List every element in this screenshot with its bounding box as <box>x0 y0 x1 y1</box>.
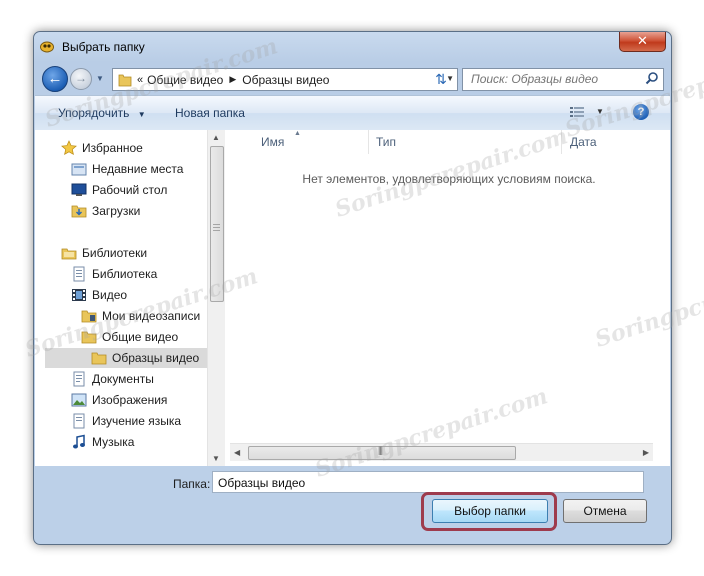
nav-item-label: Музыка <box>92 435 135 449</box>
scroll-left-icon[interactable]: ◀ <box>234 448 240 457</box>
nav-item-desktop[interactable]: Рабочий стол <box>71 180 167 200</box>
empty-results-message: Нет элементов, удовлетворяющих условиям … <box>302 172 596 186</box>
nav-item-label: Библиотека <box>92 267 158 281</box>
nav-item-label: Мои видеозаписи <box>102 309 201 323</box>
chevron-down-icon: ▼ <box>137 110 146 119</box>
nav-item-label: Библиотеки <box>82 246 148 260</box>
nav-item-label: Образцы видео <box>112 351 200 365</box>
search-box[interactable] <box>462 68 664 91</box>
breadcrumb-item[interactable]: Общие видео <box>147 73 223 87</box>
downloads-folder-icon <box>71 205 87 218</box>
folder-name-field[interactable]: Образцы видео <box>212 471 644 493</box>
search-input[interactable] <box>463 69 641 88</box>
breadcrumb-separator-icon[interactable]: ▶ <box>229 74 236 85</box>
libraries-icon <box>61 248 77 260</box>
address-bar[interactable]: « Общие видео ▶ Образцы видео ▼ <box>112 68 458 91</box>
column-header-type[interactable]: Тип <box>376 130 396 154</box>
view-dropdown-icon[interactable]: ▼ <box>596 107 604 116</box>
organize-label: Упорядочить <box>58 106 130 120</box>
nav-item-pictures[interactable]: Изображения <box>71 390 167 410</box>
help-button[interactable]: ? <box>633 104 649 120</box>
nav-item-recent-places[interactable]: Недавние места <box>71 159 183 179</box>
back-button[interactable]: ← <box>42 66 68 92</box>
breadcrumb-overflow[interactable]: « <box>137 74 143 86</box>
grip-icon: — — — <box>213 221 220 234</box>
folder-dialog-window: Выбрать папку ✕ ← → ▼ « Общие видео ▶ Об… <box>33 31 672 545</box>
nav-item-favorites[interactable]: Избранное <box>61 138 143 158</box>
nav-item-video[interactable]: Видео <box>71 285 127 305</box>
nav-item-label: Документы <box>92 372 154 386</box>
nav-item-label: Загрузки <box>92 204 141 218</box>
nav-item-sample-videos[interactable]: Образцы видео <box>45 348 207 368</box>
nav-pane-scrollbar[interactable]: ▲ — — — ▼ <box>207 130 225 466</box>
recent-pages-dropdown[interactable]: ▼ <box>96 74 104 83</box>
video-library-icon <box>72 289 86 301</box>
library-icon <box>73 266 85 282</box>
nav-item-my-videos[interactable]: Мои видеозаписи <box>81 306 200 326</box>
column-header-name[interactable]: Имя <box>261 130 284 154</box>
pictures-icon <box>71 393 87 407</box>
view-options-icon[interactable] <box>570 106 584 118</box>
folder-icon <box>81 310 97 323</box>
file-list-horizontal-scrollbar[interactable]: ◀ ||| ▶ <box>230 443 653 461</box>
column-divider[interactable] <box>561 130 562 154</box>
refresh-icon[interactable]: ⇅ <box>428 69 454 89</box>
column-divider[interactable] <box>368 130 369 154</box>
nav-item-language-learning[interactable]: Изучение языка <box>71 411 181 431</box>
search-icon[interactable] <box>645 71 659 85</box>
content-area: Избранное Недавние места Рабочий стол За… <box>35 130 670 466</box>
organize-menu[interactable]: Упорядочить ▼ <box>58 106 146 120</box>
select-folder-button[interactable]: Выбор папки <box>432 499 548 523</box>
breadcrumb-item[interactable]: Образцы видео <box>242 73 329 87</box>
scroll-up-icon[interactable]: ▲ <box>212 133 220 142</box>
close-button[interactable]: ✕ <box>619 32 666 52</box>
music-icon <box>73 434 85 449</box>
window-title: Выбрать папку <box>62 40 145 54</box>
nav-item-downloads[interactable]: Загрузки <box>71 201 140 221</box>
folder-icon <box>118 74 132 86</box>
grip-icon: ||| <box>378 445 383 455</box>
folder-field-label: Папка: <box>173 477 211 491</box>
scroll-right-icon[interactable]: ▶ <box>643 448 649 457</box>
star-icon <box>61 140 77 155</box>
cancel-button[interactable]: Отмена <box>563 499 647 523</box>
column-header-date[interactable]: Дата <box>570 130 597 154</box>
scroll-down-icon[interactable]: ▼ <box>212 454 220 463</box>
recent-places-icon <box>71 163 87 176</box>
folder-icon <box>81 331 97 344</box>
nav-item-public-videos[interactable]: Общие видео <box>81 327 178 347</box>
nav-item-music[interactable]: Музыка <box>71 432 134 452</box>
dialog-app-icon <box>40 41 54 53</box>
file-list[interactable]: ▲ Имя Тип Дата Нет элементов, удовлетвор… <box>228 130 670 466</box>
nav-item-label: Общие видео <box>102 330 179 344</box>
nav-item-library[interactable]: Библиотека <box>71 264 157 284</box>
folder-icon <box>91 352 107 365</box>
command-bar: Упорядочить ▼ Новая папка ▼ ? <box>35 95 670 131</box>
navigation-pane: Избранное Недавние места Рабочий стол За… <box>35 130 207 466</box>
new-folder-button[interactable]: Новая папка <box>175 106 245 120</box>
nav-item-label: Изучение языка <box>92 414 182 428</box>
title-bar[interactable]: Выбрать папку ✕ <box>34 32 671 62</box>
sort-ascending-icon: ▲ <box>294 130 301 137</box>
forward-button[interactable]: → <box>70 68 92 90</box>
documents-icon <box>73 371 85 387</box>
nav-item-label: Изображения <box>92 393 168 407</box>
nav-item-label: Рабочий стол <box>92 183 168 197</box>
nav-item-libraries[interactable]: Библиотеки <box>61 243 147 263</box>
nav-item-label: Недавние места <box>92 162 184 176</box>
nav-item-label: Видео <box>92 288 128 302</box>
nav-item-label: Избранное <box>82 141 143 155</box>
nav-item-documents[interactable]: Документы <box>71 369 154 389</box>
desktop-icon <box>71 183 87 196</box>
library-icon <box>73 413 85 429</box>
